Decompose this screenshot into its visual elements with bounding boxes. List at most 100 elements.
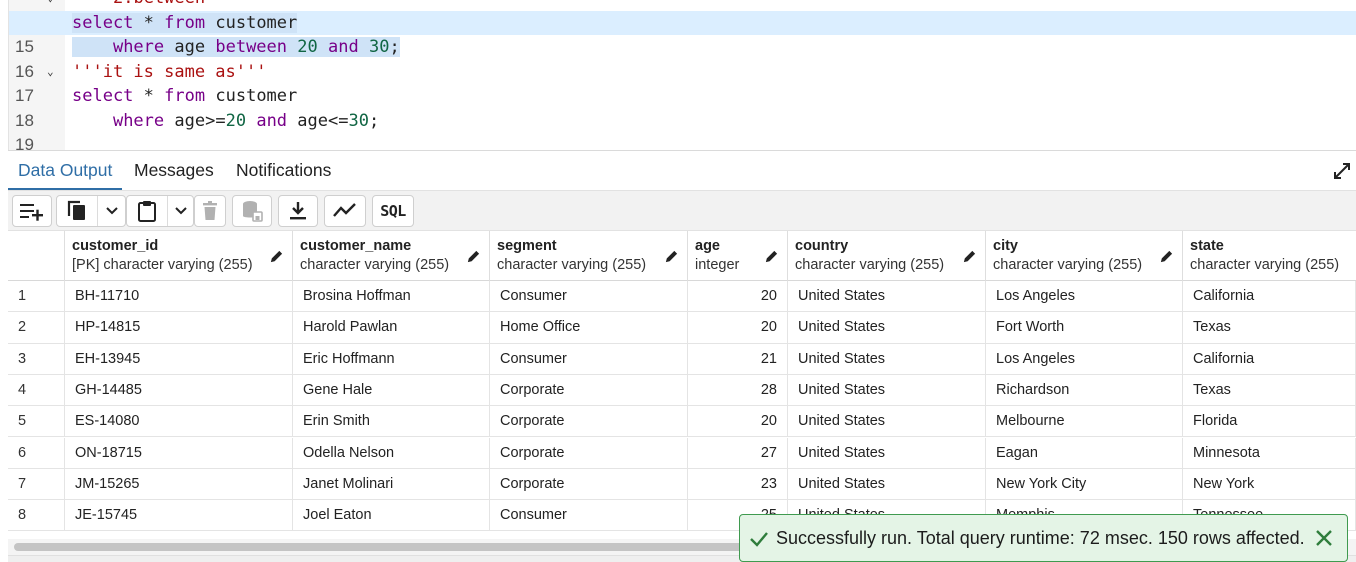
edit-pencil-icon[interactable] <box>269 249 284 264</box>
cell-customer-name[interactable]: Joel Eaton <box>293 500 490 531</box>
code-line-18[interactable]: 18 select * from customer <box>9 84 1356 130</box>
delete-row-button[interactable] <box>194 195 226 227</box>
tab-messages[interactable]: Messages <box>124 151 224 190</box>
cell-segment[interactable]: Consumer <box>490 500 688 531</box>
row-number-cell[interactable]: 7 <box>8 468 65 500</box>
cell-customer-id[interactable]: GH-14485 <box>65 374 293 406</box>
cell-customer-id[interactable]: HP-14815 <box>65 312 293 343</box>
cell-city[interactable]: Los Angeles <box>986 343 1183 374</box>
cell-customer-name[interactable]: Harold Pawlan <box>293 312 490 343</box>
cell-customer-name[interactable]: Brosina Hoffman <box>293 281 490 312</box>
cell-customer-id[interactable]: JE-15745 <box>65 500 293 531</box>
cell-age[interactable]: 21 <box>688 343 788 374</box>
cell-country[interactable]: United States <box>788 468 986 500</box>
tab-data-output[interactable]: Data Output <box>8 151 123 190</box>
cell-customer-name[interactable]: Eric Hoffmann <box>293 343 490 374</box>
cell-country[interactable]: United States <box>788 312 986 343</box>
cell-customer-name[interactable]: Janet Molinari <box>293 468 490 500</box>
expand-icon[interactable] <box>1332 161 1352 181</box>
cell-country[interactable]: United States <box>788 406 986 437</box>
cell-segment[interactable]: Corporate <box>490 374 688 406</box>
cell-age[interactable]: 20 <box>688 281 788 312</box>
cell-customer-id[interactable]: JM-15265 <box>65 468 293 500</box>
scrollbar-thumb[interactable] <box>14 543 834 551</box>
copy-options-dropdown[interactable] <box>98 196 126 226</box>
table-row[interactable]: 6 ON-18715 Odella Nelson Corporate 27 United … <box>8 437 1356 469</box>
edit-pencil-icon[interactable] <box>664 249 679 264</box>
code-line-17[interactable]: 17 ⌄ '''it is same as''' <box>9 60 1356 106</box>
cell-age[interactable]: 28 <box>688 374 788 406</box>
code-line-14[interactable]: 14 ⌄ 2.between <box>9 0 1356 32</box>
edit-pencil-icon[interactable] <box>1159 249 1174 264</box>
sql-editor[interactable]: 14 ⌄ 2.between 15 select * from customer… <box>8 0 1356 150</box>
table-row[interactable]: 4 GH-14485 Gene Hale Corporate 28 United Stat… <box>8 374 1356 407</box>
table-row[interactable]: 1 BH-11710 Brosina Hoffman Consumer 20 United… <box>8 281 1356 313</box>
save-data-button[interactable] <box>232 195 272 227</box>
cell-state[interactable]: California <box>1183 281 1356 312</box>
table-row[interactable]: 7 JM-15265 Janet Molinari Corporate 23 United… <box>8 468 1356 501</box>
cell-age[interactable]: 27 <box>688 437 788 468</box>
row-number-cell[interactable]: 5 <box>8 406 65 437</box>
cell-city[interactable]: Richardson <box>986 374 1183 406</box>
cell-state[interactable]: Minnesota <box>1183 437 1356 468</box>
cell-segment[interactable]: Corporate <box>490 406 688 437</box>
row-number-cell[interactable]: 8 <box>8 500 65 531</box>
tab-notifications[interactable]: Notifications <box>226 151 341 190</box>
cell-customer-id[interactable]: ES-14080 <box>65 406 293 437</box>
cell-segment[interactable]: Home Office <box>490 312 688 343</box>
cell-age[interactable]: 20 <box>688 406 788 437</box>
code-line-15[interactable]: 15 select * from customer <box>9 10 1356 60</box>
cell-state[interactable]: Texas <box>1183 312 1356 343</box>
sql-button[interactable]: SQL <box>372 195 414 227</box>
cell-city[interactable]: Los Angeles <box>986 281 1183 312</box>
table-row[interactable]: 2 HP-14815 Harold Pawlan Home Office 20 Unite… <box>8 312 1356 344</box>
edit-pencil-icon[interactable] <box>466 249 481 264</box>
table-row[interactable]: 3 EH-13945 Eric Hoffmann Consumer 21 United S… <box>8 343 1356 375</box>
fold-chevron-icon[interactable]: ⌄ <box>47 60 54 85</box>
cell-country[interactable]: United States <box>788 374 986 406</box>
cell-age[interactable]: 20 <box>688 312 788 343</box>
cell-customer-id[interactable]: EH-13945 <box>65 343 293 374</box>
edit-pencil-icon[interactable] <box>764 249 779 264</box>
code-line-20[interactable]: 20 <box>9 133 1356 150</box>
cell-customer-name[interactable]: Odella Nelson <box>293 437 490 468</box>
cell-state[interactable]: Texas <box>1183 374 1356 406</box>
paste-options-dropdown[interactable] <box>168 196 194 226</box>
column-header-city[interactable]: city character varying (255) <box>986 231 1183 281</box>
cell-country[interactable]: United States <box>788 281 986 312</box>
cell-customer-name[interactable]: Gene Hale <box>293 374 490 406</box>
download-button[interactable] <box>278 195 318 227</box>
column-header-customer-id[interactable]: customer_id [PK] character varying (255) <box>65 231 293 281</box>
cell-segment[interactable]: Consumer <box>490 343 688 374</box>
paste-button[interactable] <box>127 196 167 226</box>
add-row-button[interactable] <box>12 195 52 227</box>
cell-age[interactable]: 23 <box>688 468 788 500</box>
column-header-country[interactable]: country character varying (255) <box>788 231 986 281</box>
cell-segment[interactable]: Corporate <box>490 437 688 468</box>
cell-country[interactable]: United States <box>788 437 986 468</box>
cell-state[interactable]: New York <box>1183 468 1356 500</box>
cell-segment[interactable]: Corporate <box>490 468 688 500</box>
cell-customer-id[interactable]: ON-18715 <box>65 437 293 468</box>
column-header-customer-name[interactable]: customer_name character varying (255) <box>293 231 490 281</box>
row-number-cell[interactable]: 3 <box>8 343 65 374</box>
table-row[interactable]: 5 ES-14080 Erin Smith Corporate 20 United Sta… <box>8 406 1356 438</box>
cell-customer-name[interactable]: Erin Smith <box>293 406 490 437</box>
close-icon[interactable] <box>1315 529 1333 547</box>
column-header-age[interactable]: age integer <box>688 231 788 281</box>
cell-state[interactable]: California <box>1183 343 1356 374</box>
cell-city[interactable]: Eagan <box>986 437 1183 468</box>
row-number-cell[interactable]: 4 <box>8 374 65 406</box>
row-number-cell[interactable]: 6 <box>8 437 65 468</box>
cell-city[interactable]: New York City <box>986 468 1183 500</box>
copy-button[interactable] <box>57 196 97 226</box>
fold-chevron-icon[interactable]: ⌄ <box>47 0 54 11</box>
row-number-cell[interactable]: 1 <box>8 281 65 312</box>
column-header-state[interactable]: state character varying (255) <box>1183 231 1356 281</box>
cell-country[interactable]: United States <box>788 343 986 374</box>
edit-pencil-icon[interactable] <box>962 249 977 264</box>
cell-city[interactable]: Melbourne <box>986 406 1183 437</box>
column-header-segment[interactable]: segment character varying (255) <box>490 231 688 281</box>
graph-visualiser-button[interactable] <box>324 195 366 227</box>
cell-state[interactable]: Florida <box>1183 406 1356 437</box>
